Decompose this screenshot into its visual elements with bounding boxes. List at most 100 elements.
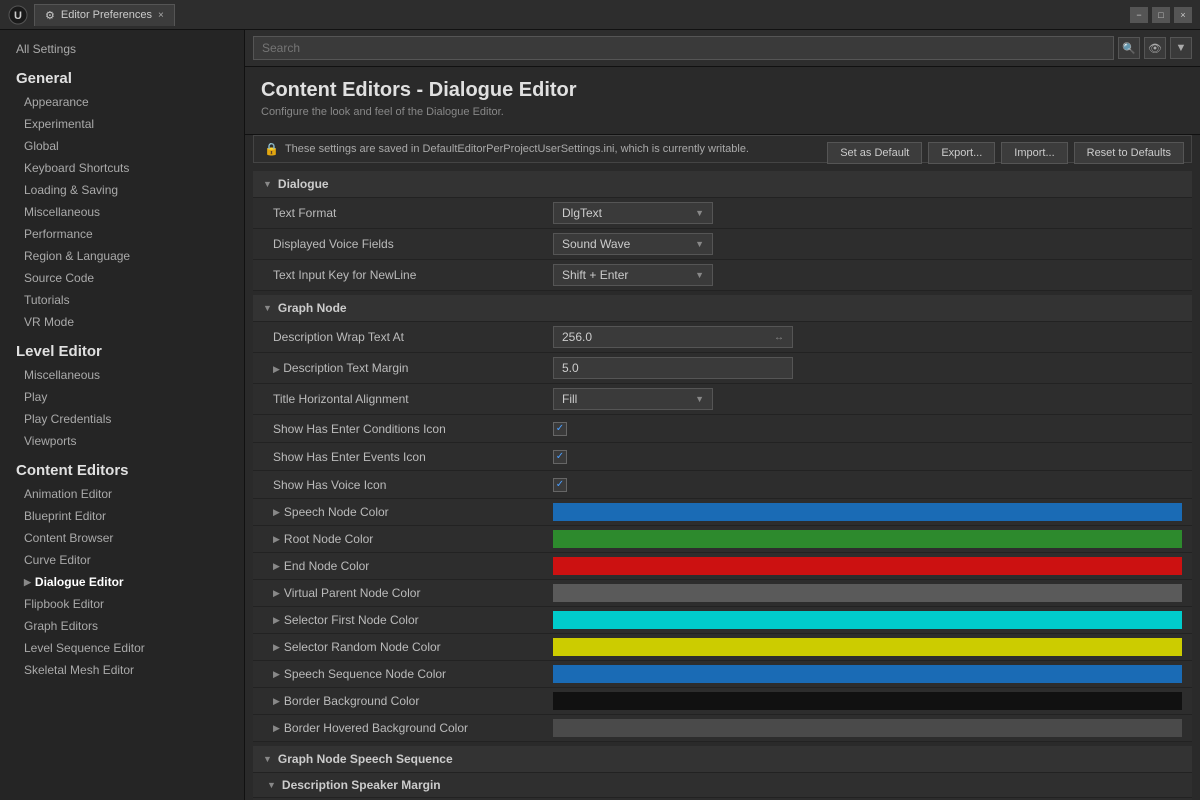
sidebar-item-graph-editors[interactable]: Graph Editors <box>0 615 244 637</box>
description-text-margin-input[interactable]: 5.0 <box>553 357 793 379</box>
speech-sequence-expand-icon[interactable]: ▶ <box>273 669 280 680</box>
show-enter-conditions-checkbox[interactable] <box>553 422 567 436</box>
text-format-row: Text Format DlgText ▼ <box>253 198 1192 229</box>
end-node-color-label: ▶ End Node Color <box>273 559 553 573</box>
end-node-color-bar[interactable] <box>553 557 1182 575</box>
dropdown-arrow-icon2: ▼ <box>695 239 704 249</box>
show-voice-icon-checkbox[interactable] <box>553 478 567 492</box>
sidebar-item-miscellaneous-level[interactable]: Miscellaneous <box>0 364 244 386</box>
sidebar-item-dialogue-editor[interactable]: ▶ Dialogue Editor <box>0 571 244 593</box>
reset-to-defaults-button[interactable]: Reset to Defaults <box>1074 142 1184 164</box>
editor-preferences-tab[interactable]: ⚙ Editor Preferences × <box>34 4 175 26</box>
show-enter-conditions-control <box>553 422 1182 436</box>
page-subtitle: Configure the look and feel of the Dialo… <box>261 106 1184 118</box>
expand-arrow-icon[interactable]: ▶ <box>273 364 280 374</box>
show-enter-events-control <box>553 450 1182 464</box>
sidebar-item-level-sequence-editor[interactable]: Level Sequence Editor <box>0 637 244 659</box>
search-input[interactable] <box>253 36 1114 60</box>
import-button[interactable]: Import... <box>1001 142 1067 164</box>
tab-close-button[interactable]: × <box>158 10 164 21</box>
show-voice-icon-label: Show Has Voice Icon <box>273 478 553 492</box>
maximize-button[interactable]: □ <box>1152 7 1170 23</box>
sidebar-item-blueprint-editor[interactable]: Blueprint Editor <box>0 505 244 527</box>
sidebar-item-animation-editor[interactable]: Animation Editor <box>0 483 244 505</box>
sidebar-item-global[interactable]: Global <box>0 135 244 157</box>
view-options-button[interactable]: 👁 <box>1144 37 1166 59</box>
minimize-button[interactable]: − <box>1130 7 1148 23</box>
sidebar-item-play-credentials[interactable]: Play Credentials <box>0 408 244 430</box>
displayed-voice-fields-control: Sound Wave ▼ <box>553 233 1182 255</box>
graph-node-section-header[interactable]: ▼ Graph Node <box>253 295 1192 322</box>
sidebar: All Settings General Appearance Experime… <box>0 30 245 800</box>
border-hovered-color-bar[interactable] <box>553 719 1182 737</box>
sidebar-item-vr-mode[interactable]: VR Mode <box>0 311 244 333</box>
sidebar-item-region-language[interactable]: Region & Language <box>0 245 244 267</box>
sidebar-item-content-browser[interactable]: Content Browser <box>0 527 244 549</box>
text-input-key-control: Shift + Enter ▼ <box>553 264 1182 286</box>
border-background-color-bar[interactable] <box>553 692 1182 710</box>
svg-text:U: U <box>14 10 22 22</box>
selector-random-color-bar[interactable] <box>553 638 1182 656</box>
description-speaker-margin-header[interactable]: ▼ Description Speaker Margin <box>253 773 1192 798</box>
sidebar-item-viewports[interactable]: Viewports <box>0 430 244 452</box>
close-button[interactable]: × <box>1174 7 1192 23</box>
sidebar-item-appearance[interactable]: Appearance <box>0 91 244 113</box>
description-text-margin-label: ▶ Description Text Margin <box>273 361 553 375</box>
description-wrap-text-label: Description Wrap Text At <box>273 330 553 344</box>
virtual-parent-expand-icon[interactable]: ▶ <box>273 588 280 599</box>
end-node-color-row: ▶ End Node Color <box>253 553 1192 580</box>
selector-first-color-bar[interactable] <box>553 611 1182 629</box>
text-input-key-label: Text Input Key for NewLine <box>273 268 553 282</box>
sidebar-item-keyboard-shortcuts[interactable]: Keyboard Shortcuts <box>0 157 244 179</box>
sidebar-item-play[interactable]: Play <box>0 386 244 408</box>
speech-sequence-section-arrow: ▼ <box>263 754 272 764</box>
sidebar-all-settings[interactable]: All Settings <box>0 38 244 60</box>
border-bg-expand-icon[interactable]: ▶ <box>273 696 280 707</box>
dialogue-section-header[interactable]: ▼ Dialogue <box>253 171 1192 198</box>
virtual-parent-color-bar[interactable] <box>553 584 1182 602</box>
description-wrap-text-input[interactable]: 256.0 ↔ <box>553 326 793 348</box>
sidebar-item-skeletal-mesh-editor[interactable]: Skeletal Mesh Editor <box>0 659 244 681</box>
speech-node-color-bar[interactable] <box>553 503 1182 521</box>
title-horizontal-alignment-dropdown[interactable]: Fill ▼ <box>553 388 713 410</box>
border-hovered-expand-icon[interactable]: ▶ <box>273 723 280 734</box>
search-button[interactable]: 🔍 <box>1118 37 1140 59</box>
graph-node-speech-sequence-section: ▼ Graph Node Speech Sequence ▼ Descripti… <box>253 746 1192 800</box>
show-enter-conditions-label: Show Has Enter Conditions Icon <box>273 422 553 436</box>
sidebar-section-general: General <box>0 60 244 91</box>
sidebar-item-experimental[interactable]: Experimental <box>0 113 244 135</box>
sidebar-item-miscellaneous-general[interactable]: Miscellaneous <box>0 201 244 223</box>
graph-node-speech-sequence-header[interactable]: ▼ Graph Node Speech Sequence <box>253 746 1192 773</box>
text-input-key-dropdown[interactable]: Shift + Enter ▼ <box>553 264 713 286</box>
text-input-key-row: Text Input Key for NewLine Shift + Enter… <box>253 260 1192 291</box>
title-horizontal-alignment-control: Fill ▼ <box>553 388 1182 410</box>
description-speaker-margin-arrow: ▼ <box>267 780 276 790</box>
sidebar-item-loading-saving[interactable]: Loading & Saving <box>0 179 244 201</box>
description-text-margin-row: ▶ Description Text Margin 5.0 <box>253 353 1192 384</box>
sidebar-item-source-code[interactable]: Source Code <box>0 267 244 289</box>
selector-random-expand-icon[interactable]: ▶ <box>273 642 280 653</box>
root-node-color-row: ▶ Root Node Color <box>253 526 1192 553</box>
sidebar-item-curve-editor[interactable]: Curve Editor <box>0 549 244 571</box>
sidebar-item-flipbook-editor[interactable]: Flipbook Editor <box>0 593 244 615</box>
end-node-expand-icon[interactable]: ▶ <box>273 561 280 572</box>
speech-node-expand-icon[interactable]: ▶ <box>273 507 280 518</box>
sidebar-section-content-editors: Content Editors <box>0 452 244 483</box>
show-enter-events-checkbox[interactable] <box>553 450 567 464</box>
sidebar-item-tutorials[interactable]: Tutorials <box>0 289 244 311</box>
set-as-default-button[interactable]: Set as Default <box>827 142 922 164</box>
export-button[interactable]: Export... <box>928 142 995 164</box>
root-node-color-bar[interactable] <box>553 530 1182 548</box>
show-enter-events-row: Show Has Enter Events Icon <box>253 443 1192 471</box>
root-node-expand-icon[interactable]: ▶ <box>273 534 280 545</box>
expand-button[interactable]: ▼ <box>1170 37 1192 59</box>
displayed-voice-fields-row: Displayed Voice Fields Sound Wave ▼ <box>253 229 1192 260</box>
dropdown-arrow-icon: ▼ <box>695 208 704 218</box>
speech-sequence-color-bar[interactable] <box>553 665 1182 683</box>
text-format-dropdown[interactable]: DlgText ▼ <box>553 202 713 224</box>
title-bar: U ⚙ Editor Preferences × − □ × <box>0 0 1200 30</box>
selector-first-expand-icon[interactable]: ▶ <box>273 615 280 626</box>
displayed-voice-fields-dropdown[interactable]: Sound Wave ▼ <box>553 233 713 255</box>
displayed-voice-fields-label: Displayed Voice Fields <box>273 237 553 251</box>
sidebar-item-performance[interactable]: Performance <box>0 223 244 245</box>
